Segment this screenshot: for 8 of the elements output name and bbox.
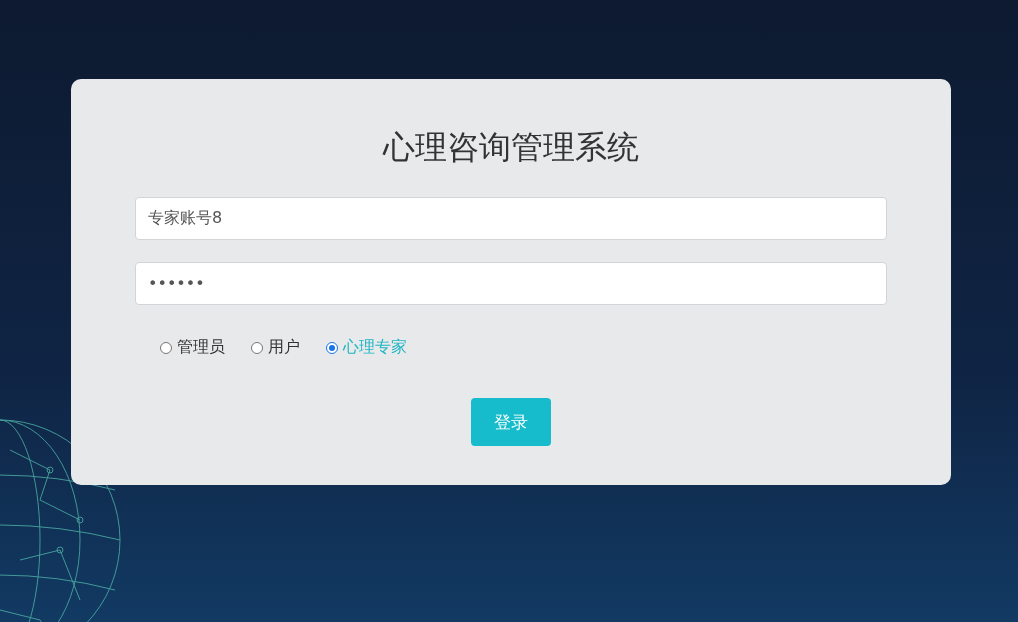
- username-field[interactable]: 专家账号8: [135, 197, 887, 240]
- radio-icon[interactable]: [251, 341, 263, 354]
- radio-icon[interactable]: [160, 341, 172, 354]
- radio-icon[interactable]: [326, 341, 338, 354]
- role-option[interactable]: 用户: [251, 337, 300, 358]
- role-option[interactable]: 管理员: [160, 337, 225, 358]
- system-title: 心理咨询管理系统: [381, 127, 640, 168]
- password-field[interactable]: ••••••: [135, 262, 887, 305]
